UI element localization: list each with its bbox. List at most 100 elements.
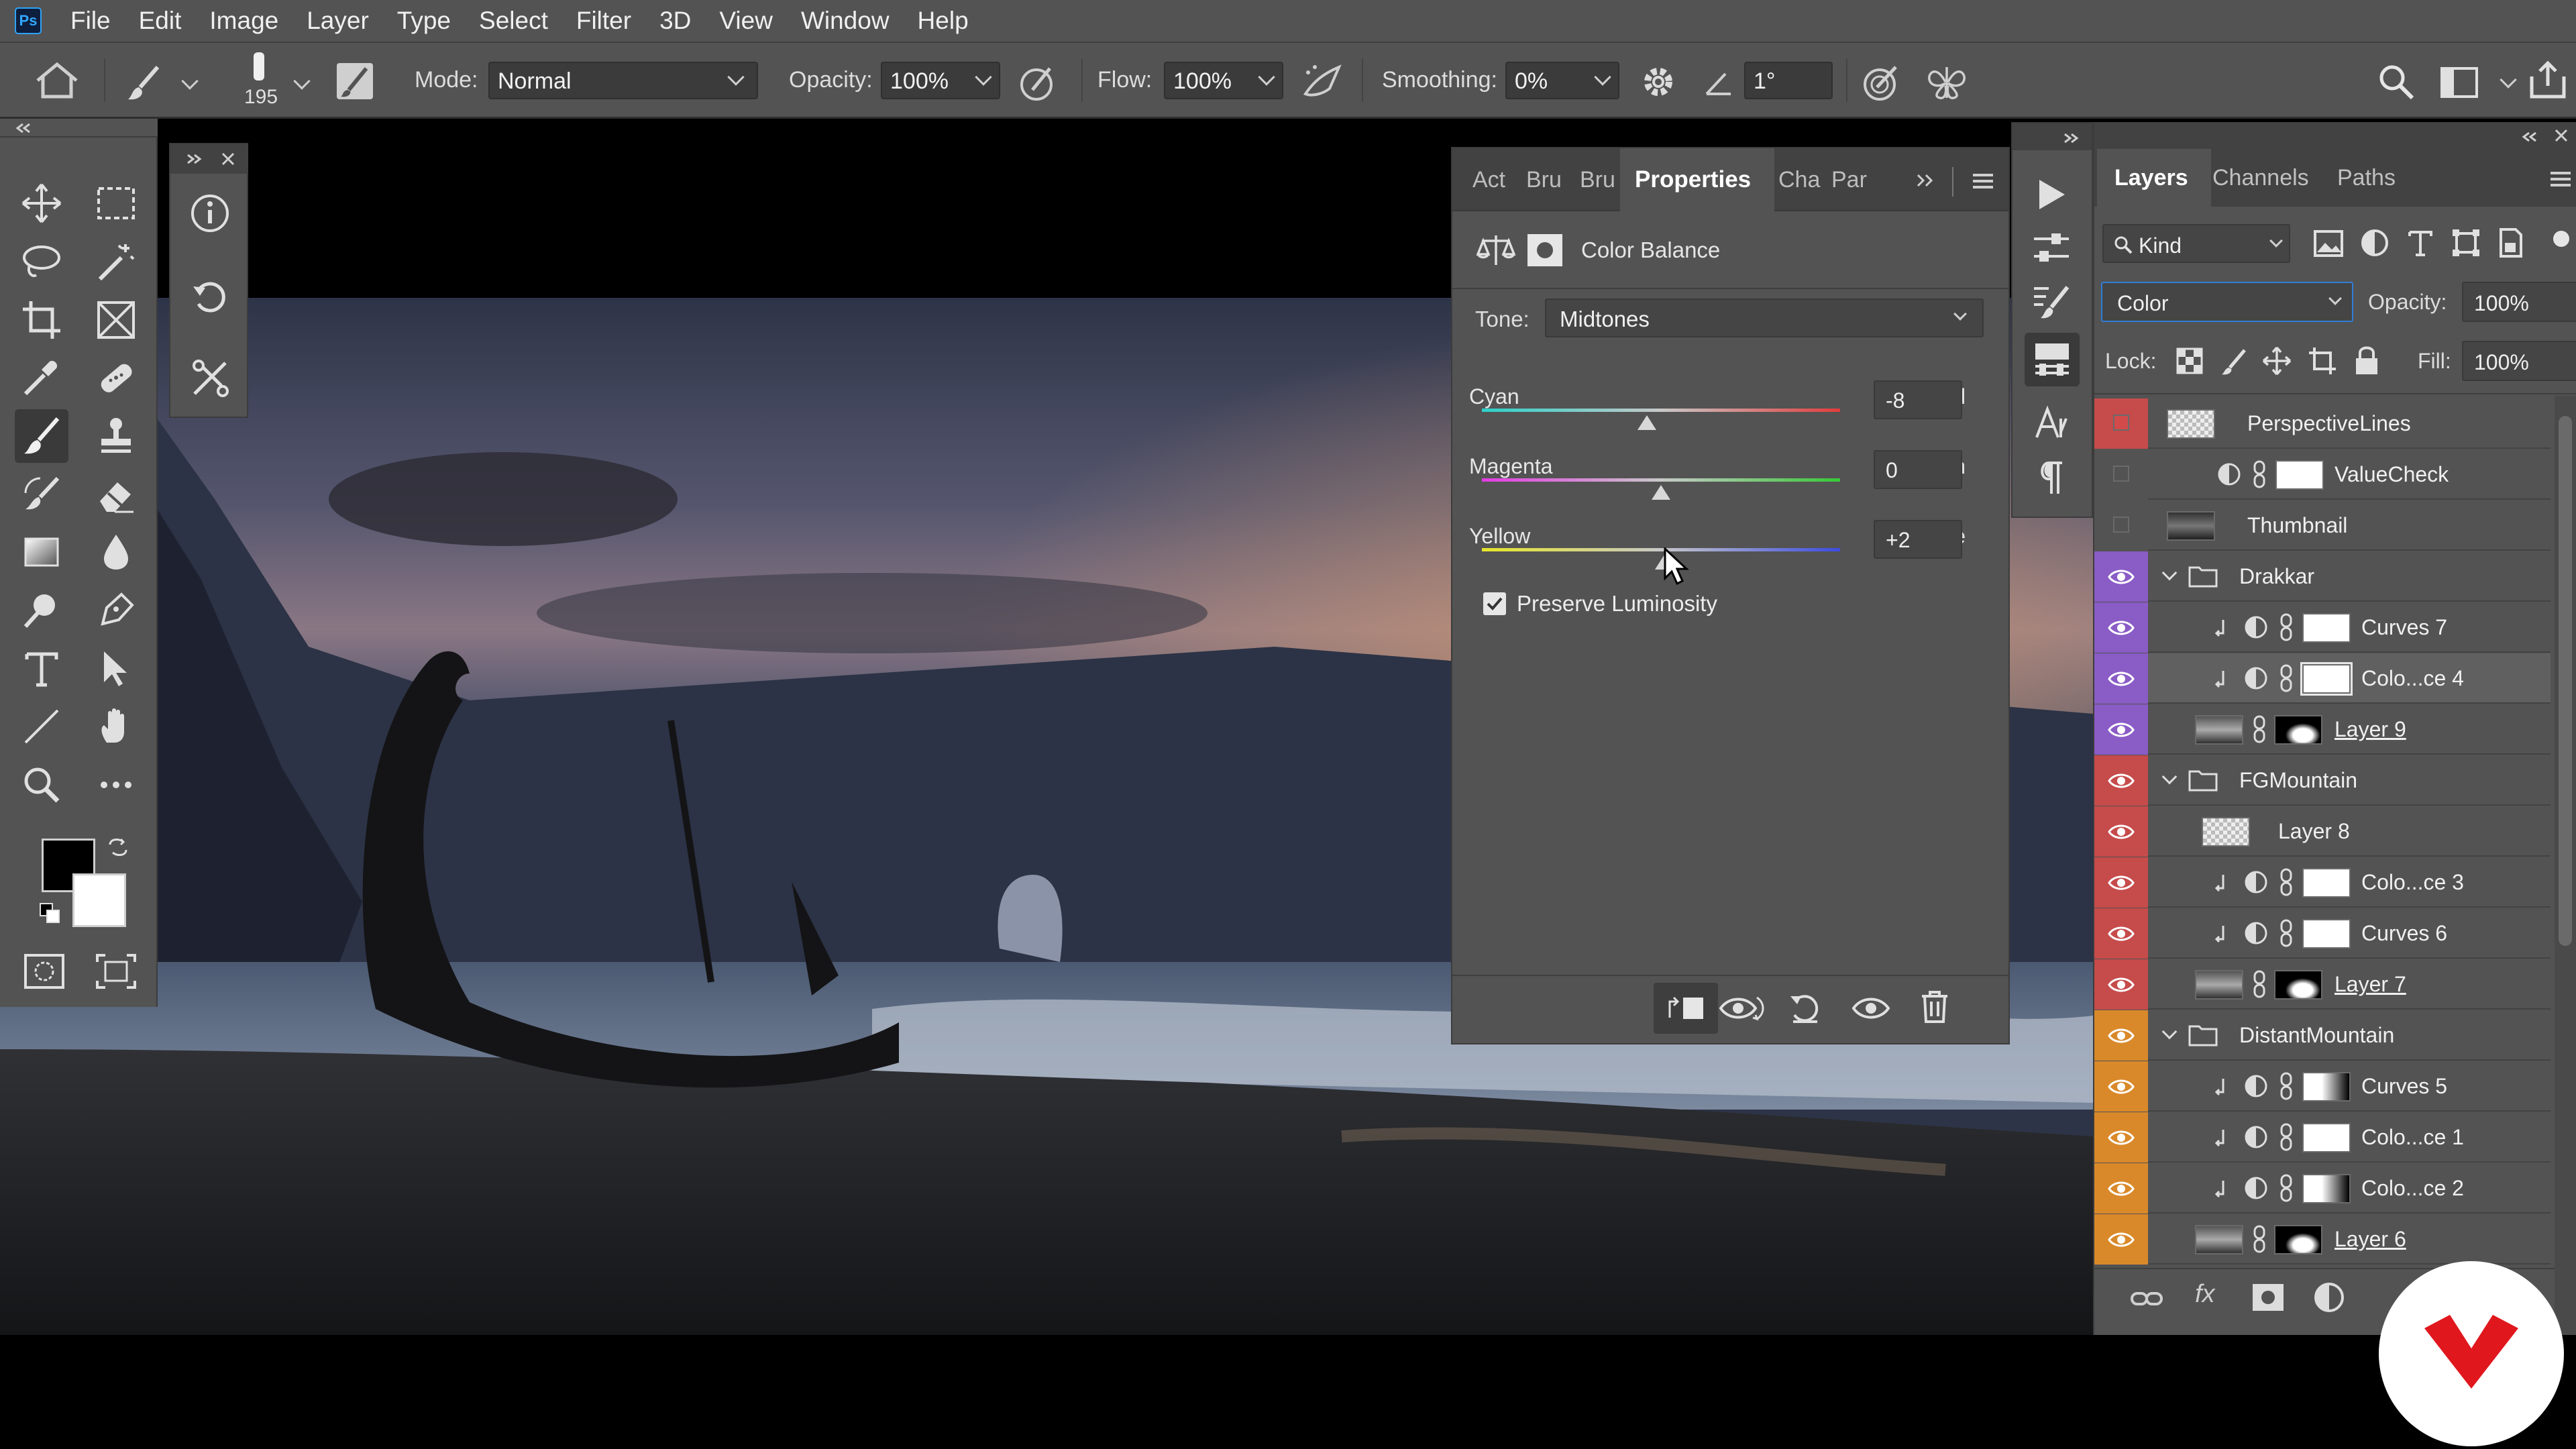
menu-view[interactable]: View	[705, 0, 787, 42]
mini-panel-header[interactable]	[170, 144, 248, 174]
layer-mask-icon[interactable]	[1526, 233, 1564, 268]
visibility-eye-icon[interactable]	[2094, 1112, 2148, 1163]
menu-edit[interactable]: Edit	[125, 0, 196, 42]
group-toggle-chevron-icon[interactable]	[2161, 769, 2178, 785]
lock-artboard-icon[interactable]	[2308, 346, 2337, 376]
layer-row[interactable]: Curves 7	[2094, 602, 2551, 653]
tone-select[interactable]: Midtones	[1545, 299, 1984, 337]
mask-link-icon[interactable]	[2253, 970, 2266, 998]
adjustments-sliders-icon[interactable]	[2031, 229, 2072, 267]
visibility-eye-icon[interactable]	[2094, 959, 2148, 1010]
visibility-eye-icon[interactable]	[2094, 1214, 2148, 1265]
group-toggle-chevron-icon[interactable]	[2161, 565, 2178, 581]
yellow-blue-slider-track[interactable]	[1482, 548, 1840, 551]
clone-stamp-tool-icon[interactable]	[89, 409, 143, 463]
flow-field[interactable]: 100%	[1164, 62, 1283, 99]
mask-link-icon[interactable]	[2279, 1072, 2293, 1100]
screen-mode-icon[interactable]	[89, 945, 143, 998]
brush-settings-panel-icon[interactable]	[2031, 283, 2072, 321]
blur-tool-icon[interactable]	[89, 525, 143, 579]
layer-mask-thumbnail[interactable]	[2274, 1225, 2322, 1254]
layer-row[interactable]: Colo...ce 2	[2094, 1163, 2551, 1214]
mask-link-icon[interactable]	[2279, 868, 2293, 896]
crop-tool-icon[interactable]	[15, 293, 68, 347]
filter-smart-object-icon[interactable]	[2497, 228, 2524, 258]
layer-row[interactable]: Colo...ce 3	[2094, 857, 2551, 908]
menu-window[interactable]: Window	[787, 0, 904, 42]
layers-scrollbar-thumb[interactable]	[2559, 416, 2572, 946]
magenta-green-slider-track[interactable]	[1482, 478, 1840, 482]
visibility-eye-icon[interactable]	[2094, 755, 2148, 806]
character-panel-icon[interactable]	[2033, 405, 2070, 443]
brush-preset-icon[interactable]	[246, 50, 272, 83]
healing-brush-tool-icon[interactable]	[89, 351, 143, 405]
layer-row[interactable]: Curves 5	[2094, 1061, 2551, 1112]
lock-all-icon[interactable]	[2353, 345, 2380, 376]
add-mask-icon[interactable]	[2251, 1283, 2285, 1312]
angle-field[interactable]: 1°	[1744, 62, 1833, 99]
layer-mask-thumbnail[interactable]	[2302, 613, 2351, 643]
visibility-toggle[interactable]	[2094, 500, 2148, 551]
layer-row[interactable]: Layer 8	[2094, 806, 2551, 857]
view-previous-icon[interactable]	[1718, 991, 1766, 1026]
mask-link-icon[interactable]	[2279, 1123, 2293, 1151]
cyan-red-slider-track[interactable]	[1482, 409, 1840, 412]
menu-layer[interactable]: Layer	[292, 0, 383, 42]
photoshop-logo-icon[interactable]: Ps	[15, 7, 42, 34]
layers-menu-icon[interactable]	[2549, 170, 2572, 188]
reset-icon[interactable]	[1786, 991, 1824, 1026]
magenta-green-slider-handle[interactable]	[1652, 485, 1670, 500]
visibility-eye-icon[interactable]	[2094, 806, 2148, 857]
default-colors-icon[interactable]	[39, 902, 62, 925]
move-tool-icon[interactable]	[15, 176, 68, 230]
symmetry-icon[interactable]	[1925, 62, 1968, 102]
history-icon[interactable]	[189, 276, 231, 317]
panel-expand-icon[interactable]	[1914, 172, 1938, 189]
visibility-eye-icon[interactable]	[2094, 908, 2148, 959]
layer-row[interactable]: ValueCheck	[2094, 449, 2551, 500]
layer-mask-thumbnail[interactable]	[2302, 868, 2351, 898]
layer-thumbnail[interactable]	[2167, 409, 2215, 439]
brush-settings-icon[interactable]	[334, 60, 376, 102]
tab-channels-layers[interactable]: Channels	[2212, 165, 2309, 191]
layer-row[interactable]: Drakkar	[2094, 551, 2551, 602]
search-icon[interactable]	[2376, 62, 2416, 102]
menu-file[interactable]: File	[56, 0, 125, 42]
eraser-tool-icon[interactable]	[89, 468, 143, 521]
layer-thumbnail[interactable]	[2195, 970, 2243, 1000]
frame-tool-icon[interactable]	[89, 293, 143, 347]
layer-thumbnail[interactable]	[2202, 817, 2250, 847]
mask-link-icon[interactable]	[2253, 1225, 2266, 1253]
layer-mask-thumbnail[interactable]	[2300, 662, 2353, 696]
visibility-eye-icon[interactable]	[2094, 551, 2148, 602]
cyan-red-slider-handle[interactable]	[1637, 415, 1656, 430]
swap-colors-icon[interactable]	[106, 835, 130, 859]
more-tools-icon[interactable]	[89, 758, 143, 812]
mask-link-icon[interactable]	[2279, 919, 2293, 947]
tool-presets-icon[interactable]	[189, 358, 231, 399]
yellow-blue-value-field[interactable]: +2	[1874, 520, 1962, 559]
layers-dock-header[interactable]	[2094, 122, 2576, 149]
share-icon[interactable]	[2528, 59, 2568, 101]
panel-menu-icon[interactable]	[1972, 172, 1994, 190]
menu-help[interactable]: Help	[904, 0, 983, 42]
menu-filter[interactable]: Filter	[562, 0, 645, 42]
layer-row[interactable]: Thumbnail	[2094, 500, 2551, 551]
visibility-eye-icon[interactable]	[2094, 1061, 2148, 1112]
workspace-icon[interactable]	[2439, 66, 2479, 99]
smoothing-field[interactable]: 0%	[1505, 62, 1619, 99]
layer-thumbnail[interactable]	[2195, 1225, 2243, 1254]
gear-icon[interactable]	[1640, 63, 1677, 101]
lasso-tool-icon[interactable]	[15, 235, 68, 288]
mode-select[interactable]: Normal	[488, 62, 758, 99]
filter-adjustment-icon[interactable]	[2360, 228, 2390, 258]
layer-opacity-field[interactable]: 100%	[2462, 282, 2576, 322]
tab-paragraph[interactable]: Par	[1831, 148, 1867, 211]
layer-row[interactable]: Layer 7	[2094, 959, 2551, 1010]
lock-position-icon[interactable]	[2262, 346, 2292, 376]
layer-row[interactable]: Layer 9	[2094, 704, 2551, 755]
blend-mode-select[interactable]: Color	[2101, 282, 2353, 322]
link-layers-icon[interactable]	[2129, 1285, 2164, 1312]
menu-type[interactable]: Type	[383, 0, 465, 42]
lock-transparent-icon[interactable]	[2176, 347, 2203, 374]
